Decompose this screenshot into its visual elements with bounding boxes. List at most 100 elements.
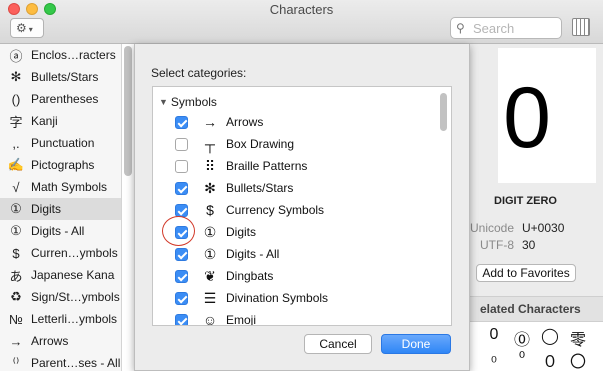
category-icon: ♻ (10, 289, 22, 304)
category-row[interactable]: ① Digits (175, 221, 435, 243)
category-icon: ✻ (10, 69, 22, 84)
disclosure-triangle-icon[interactable]: ▼ (159, 97, 168, 107)
category-icon: № (9, 311, 23, 327)
category-label: Digits (226, 225, 257, 239)
category-row[interactable]: $ Currency Symbols (175, 199, 435, 221)
sidebar-item[interactable]: ⓐ Enclos…racters (0, 44, 121, 66)
category-icon: ┬ (205, 136, 215, 152)
category-row[interactable]: ⠿ Braille Patterns (175, 155, 435, 177)
sidebar-item-label: Parentheses (31, 92, 99, 106)
sidebar-item[interactable]: → Arrows (0, 330, 121, 352)
sheet-title: Select categories: (151, 66, 247, 80)
category-icon: $ (206, 202, 214, 218)
category-row[interactable]: → Arrows (175, 111, 435, 133)
add-to-favorites-button[interactable]: Add to Favorites (476, 264, 576, 282)
category-icon: ① (10, 201, 22, 216)
sidebar-item-label: Japanese Kana (31, 268, 115, 282)
category-label: Currency Symbols (226, 203, 325, 217)
category-checkbox[interactable] (175, 115, 188, 129)
category-icon: ① (10, 223, 22, 238)
sidebar-item[interactable]: あ Japanese Kana (0, 264, 121, 286)
related-character[interactable]: ０ (540, 348, 560, 371)
sidebar-item[interactable]: ① Digits (0, 198, 121, 220)
unicode-value: U+0030 (522, 221, 565, 235)
search-icon: ⚲ (456, 21, 465, 35)
category-label: Arrows (226, 115, 264, 129)
sidebar-item[interactable]: √ Math Symbols (0, 176, 121, 198)
search-input[interactable] (473, 20, 559, 36)
sidebar-item-label: Digits - All (31, 224, 85, 238)
category-icon: ❦ (204, 267, 216, 284)
sidebar-item-label: Arrows (31, 334, 69, 348)
category-row[interactable]: ❦ Dingbats (175, 265, 435, 287)
category-checkbox[interactable] (175, 159, 188, 173)
related-character[interactable]: 0 (484, 326, 504, 344)
sidebar-item-label: Digits (31, 202, 62, 216)
select-categories-sheet: Select categories: ▼ Symbols → Arrows ┬ Box… (134, 44, 470, 371)
category-checkbox[interactable] (175, 269, 188, 283)
sidebar-item-label: Letterli…ymbols (31, 312, 118, 326)
category-icon: ✻ (204, 179, 216, 196)
category-icon: ☰ (203, 289, 217, 306)
sidebar-item[interactable]: ① Digits - All (0, 220, 121, 242)
sidebar-item[interactable]: ⁽⁾ Parent…ses - All (0, 352, 121, 371)
character-glyph: 0 (503, 70, 551, 166)
sidebar-item-label: Sign/St…ymbols (31, 290, 120, 304)
sidebar-item-label: Parent…ses - All (31, 356, 121, 370)
chevron-down-icon: ▾ (28, 25, 33, 34)
cancel-button[interactable]: Cancel (304, 334, 372, 354)
keyboard-viewer-icon[interactable] (572, 18, 590, 36)
category-icon: ① (203, 223, 217, 240)
sidebar-item[interactable]: ✍ Pictographs (0, 154, 121, 176)
related-character[interactable]: ⓪ (512, 326, 532, 350)
gear-icon: ⚙ (16, 21, 27, 35)
sidebar-item-label: Enclos…racters (31, 48, 116, 62)
sidebar-item[interactable]: 字 Kanji (0, 110, 121, 132)
category-row[interactable]: ① Digits - All (175, 243, 435, 265)
group-symbols[interactable]: ▼ Symbols (159, 93, 217, 111)
utf8-value: 30 (522, 238, 536, 252)
category-row[interactable]: ☺ Emoji (175, 309, 435, 325)
search-field[interactable]: ⚲ (450, 17, 562, 39)
done-button[interactable]: Done (381, 334, 451, 354)
sidebar-item[interactable]: ♻ Sign/St…ymbols (0, 286, 121, 308)
category-sidebar: ⓐ Enclos…racters ✻ Bullets/Stars () Parenthes… (0, 44, 122, 371)
related-character[interactable]: ₀ (484, 348, 504, 366)
category-row[interactable]: ✻ Bullets/Stars (175, 177, 435, 199)
category-checkbox[interactable] (175, 291, 188, 305)
sidebar-scrollbar[interactable] (124, 46, 132, 176)
sidebar-item-label: Math Symbols (31, 180, 108, 194)
related-characters-grid: 0 ⓪ ◯ 零 ₀ ⁰ ０ 〇 (470, 322, 603, 371)
category-list: ▼ Symbols → Arrows ┬ Box Drawing ⠿ Braille Pa… (152, 86, 452, 326)
category-label: Dingbats (226, 269, 274, 283)
category-label: Braille Patterns (226, 159, 308, 173)
action-menu-button[interactable]: ⚙ ▾ (10, 18, 44, 38)
related-character[interactable]: ⁰ (512, 348, 532, 368)
category-icon: → (203, 114, 217, 130)
category-icon: → (9, 333, 23, 349)
sidebar-item-label: Punctuation (31, 136, 95, 150)
category-checkbox[interactable] (175, 137, 188, 151)
character-name: DIGIT ZERO (494, 195, 557, 207)
related-character[interactable]: 零 (568, 326, 588, 350)
category-list-scrollbar[interactable] (440, 93, 447, 131)
sidebar-item[interactable]: ✻ Bullets/Stars (0, 66, 121, 88)
category-row[interactable]: ☰ Divination Symbols (175, 287, 435, 309)
category-checkbox[interactable] (175, 313, 188, 325)
category-icon: $ (12, 245, 20, 261)
category-checkbox[interactable] (175, 203, 188, 217)
sidebar-item[interactable]: № Letterli…ymbols (0, 308, 121, 330)
category-checkbox[interactable] (175, 181, 188, 195)
category-icon: ✍ (7, 157, 25, 172)
sidebar-item-label: Kanji (31, 114, 58, 128)
related-character[interactable]: ◯ (540, 326, 560, 346)
category-label: Digits - All (226, 247, 280, 261)
sidebar-item[interactable]: ,. Punctuation (0, 132, 121, 154)
sidebar-item[interactable]: $ Curren…ymbols (0, 242, 121, 264)
sidebar-item-label: Pictographs (31, 158, 95, 172)
sidebar-item[interactable]: () Parentheses (0, 88, 121, 110)
related-character[interactable]: 〇 (568, 348, 588, 371)
title-bar: Characters ⚙ ▾ ⚲ (0, 0, 603, 44)
category-row[interactable]: ┬ Box Drawing (175, 133, 435, 155)
category-checkbox[interactable] (175, 247, 188, 261)
